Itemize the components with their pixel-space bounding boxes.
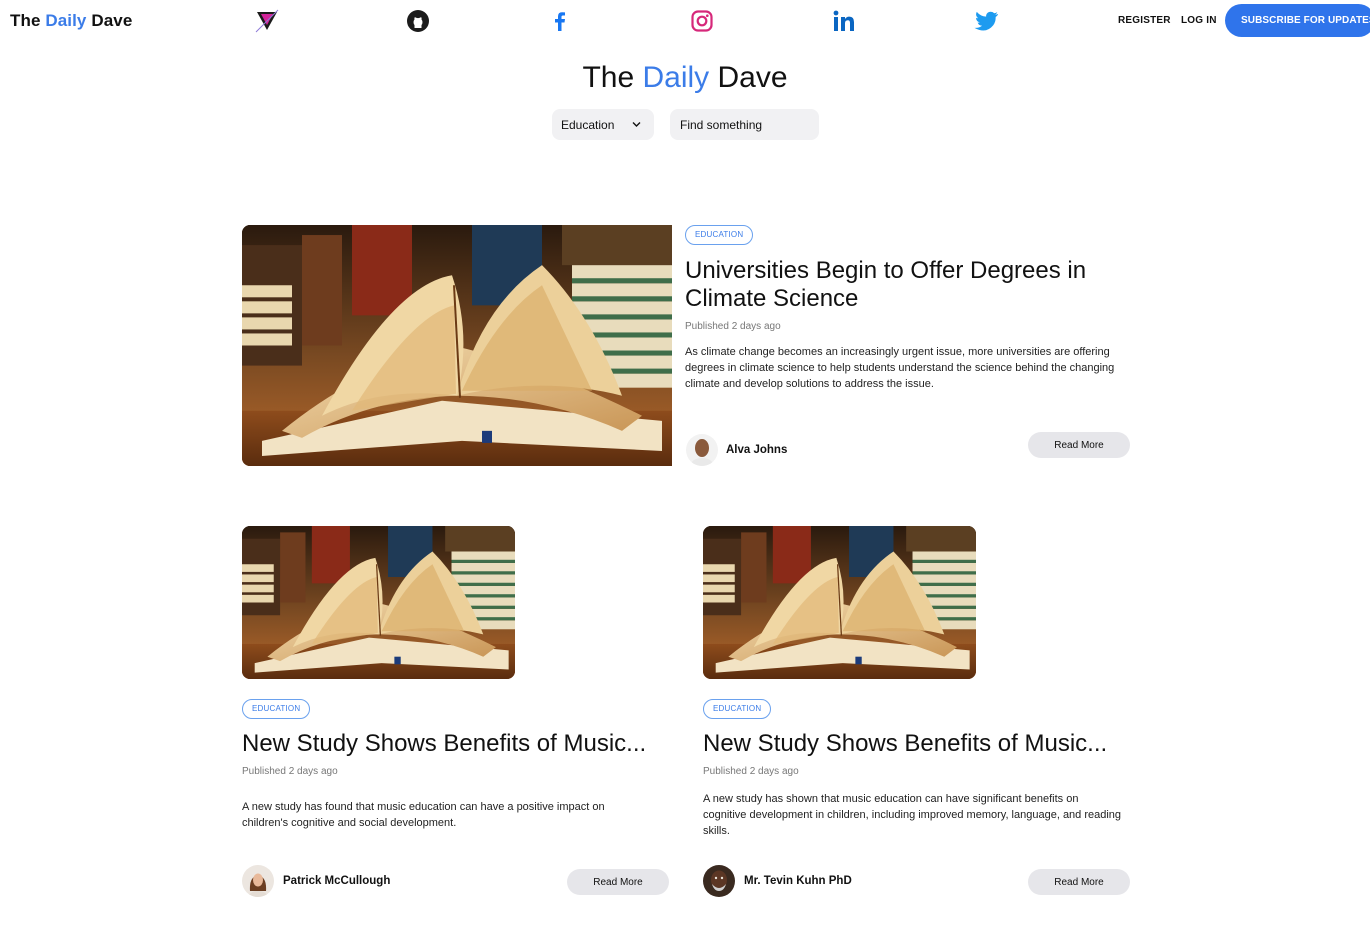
page-title: The Daily Dave [0, 61, 1370, 95]
article-author-name[interactable]: Patrick McCullough [283, 875, 390, 887]
search-input[interactable] [670, 109, 819, 140]
github-icon[interactable] [405, 8, 431, 34]
category-select[interactable]: Education [552, 109, 654, 140]
avatar[interactable] [703, 865, 735, 897]
article-published-date: Published 2 days ago [703, 766, 799, 777]
article-published-date: Published 2 days ago [242, 766, 338, 777]
avatar[interactable] [686, 434, 718, 466]
title-word-dave: Dave [717, 61, 788, 94]
article-author-name[interactable]: Mr. Tevin Kuhn PhD [744, 875, 852, 887]
article-image[interactable] [242, 526, 515, 679]
avatar[interactable] [242, 865, 274, 897]
featured-article-excerpt: As climate change becomes an increasingl… [685, 346, 1115, 390]
featured-article-title[interactable]: Universities Begin to Offer Degrees in C… [685, 257, 1135, 313]
linkedin-icon[interactable] [831, 8, 857, 34]
article-title[interactable]: New Study Shows Benefits of Music... [242, 730, 682, 758]
subscribe-button[interactable]: SUBSCRIBE FOR UPDATES [1225, 4, 1370, 37]
featured-author-name[interactable]: Alva Johns [726, 444, 787, 456]
article-image[interactable] [703, 526, 976, 679]
featured-article-image[interactable] [242, 225, 672, 466]
brand-logo[interactable]: The Daily Dave [10, 11, 132, 31]
article-excerpt: A new study has found that music educati… [242, 801, 605, 829]
article-title[interactable]: New Study Shows Benefits of Music... [703, 730, 1143, 758]
twitter-icon[interactable] [973, 8, 999, 34]
brand-word-the: The [10, 11, 41, 30]
triangle-logo-icon[interactable] [254, 8, 280, 34]
title-word-the: The [582, 61, 635, 94]
article-category-tag[interactable]: EDUCATION [703, 699, 772, 719]
article-category-tag[interactable]: EDUCATION [242, 699, 311, 719]
category-select-value: Education [561, 118, 615, 132]
article-excerpt: A new study has shown that music educati… [703, 793, 1122, 837]
login-link[interactable]: LOG IN [1181, 15, 1217, 26]
register-link[interactable]: REGISTER [1118, 15, 1171, 26]
brand-word-dave: Dave [91, 11, 133, 30]
top-navbar: The Daily Dave REGISTER LOG IN SUBSCRIBE… [0, 0, 1370, 42]
featured-category-tag[interactable]: EDUCATION [685, 225, 754, 245]
chevron-down-icon [632, 122, 641, 127]
featured-read-more-button[interactable]: Read More [1028, 432, 1130, 458]
article-read-more-button[interactable]: Read More [1028, 869, 1130, 895]
facebook-icon[interactable] [547, 8, 573, 34]
title-word-daily: Daily [642, 61, 710, 94]
article-read-more-button[interactable]: Read More [567, 869, 669, 895]
brand-word-daily: Daily [45, 11, 87, 30]
instagram-icon[interactable] [689, 8, 715, 34]
featured-published-date: Published 2 days ago [685, 321, 781, 332]
